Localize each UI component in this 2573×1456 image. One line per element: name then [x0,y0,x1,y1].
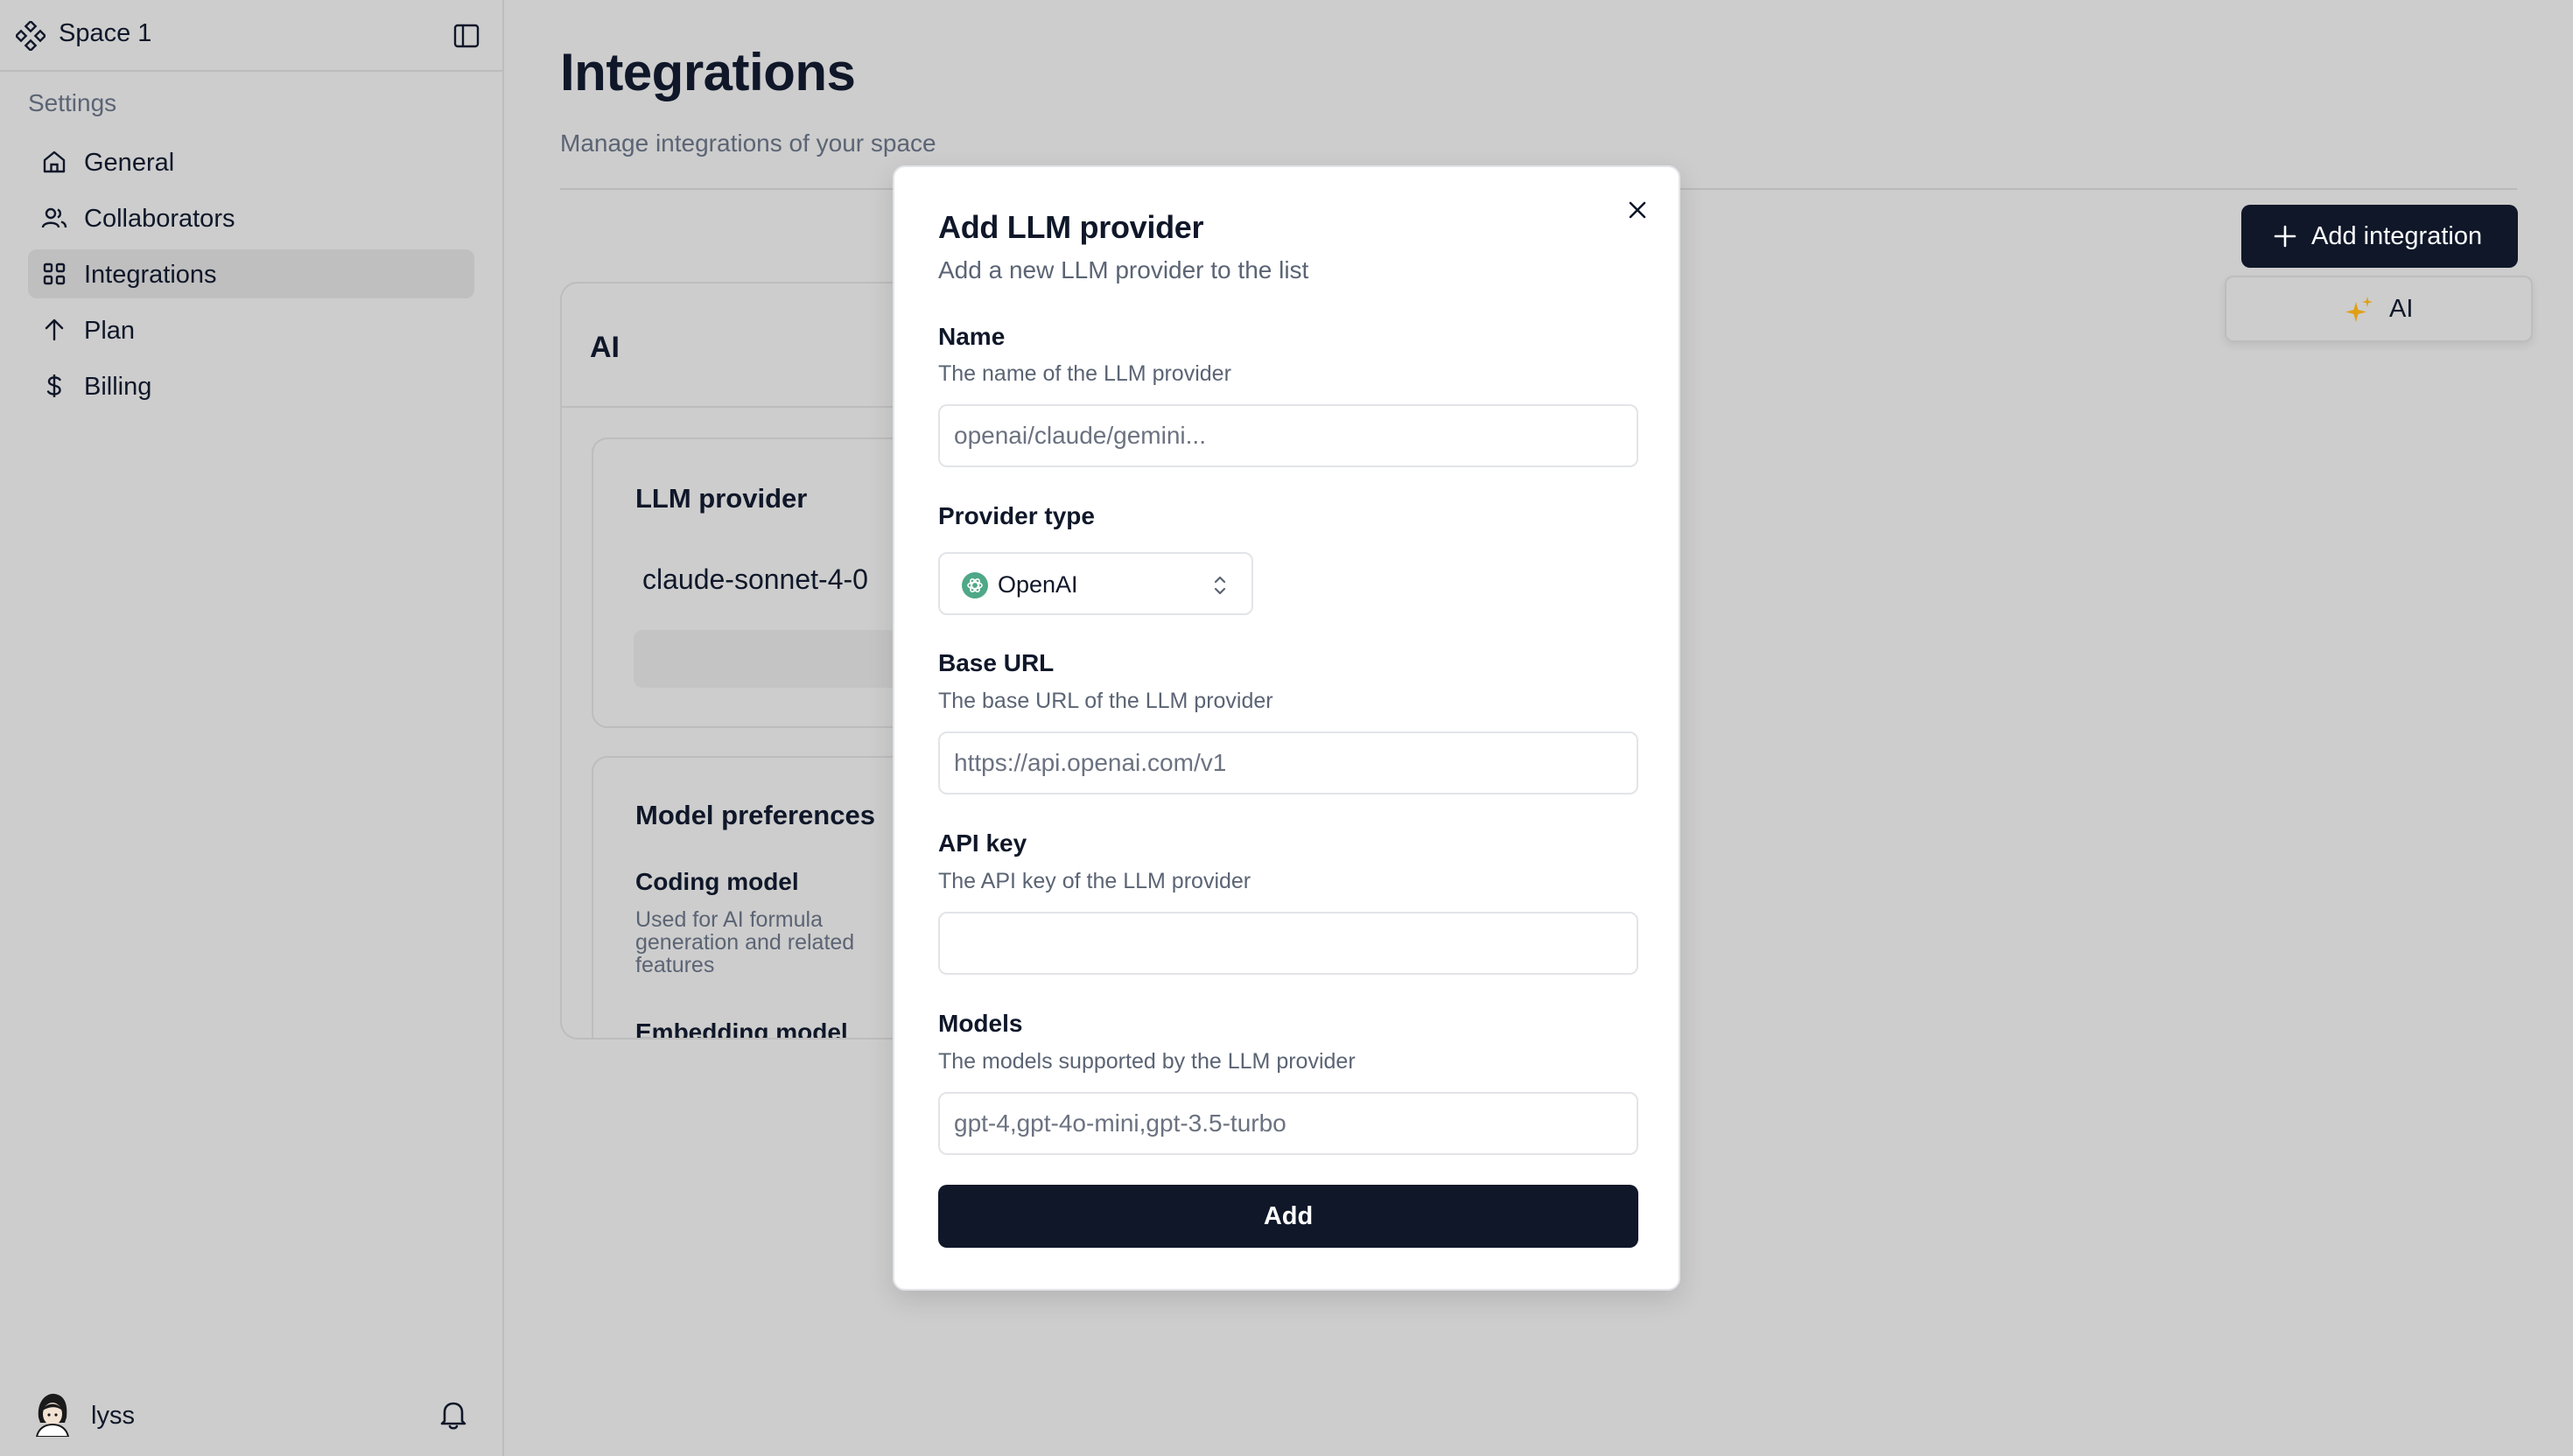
provider-type-select[interactable]: OpenAI [938,552,1253,615]
space-logo-icon [16,21,46,51]
sparkles-icon [2345,297,2373,322]
add-integration-label: Add integration [2311,222,2483,250]
provider-type-label: Provider type [938,502,1095,529]
sidebar-item-label: General [84,149,175,177]
sidebar-item-label: Collaborators [84,205,235,233]
api-key-description: The API key of the LLM provider [938,869,1251,893]
integration-menu-item-ai[interactable]: AI [2225,276,2533,342]
base-url-description: The base URL of the LLM provider [938,689,1273,713]
dollar-icon [46,374,61,397]
models-description: The models supported by the LLM provider [938,1049,1356,1074]
space-header[interactable]: Space 1 [0,0,502,72]
page-subtitle: Manage integrations of your space [560,130,936,157]
api-key-label: API key [938,830,1027,857]
ai-card-title: AI [590,331,620,364]
api-key-input[interactable] [938,912,1638,975]
page-title: Integrations [560,43,856,102]
sidebar-item-billing[interactable]: Billing [28,361,474,410]
model-preferences-title: Model preferences [635,800,875,830]
user-name: lyss [91,1402,135,1430]
space-name: Space 1 [59,19,152,47]
sidebar-item-general[interactable]: General [28,137,474,186]
name-input[interactable] [938,404,1638,467]
arrow-up-icon [45,318,64,341]
sidebar-item-label: Plan [84,317,136,345]
sidebar-item-label: Integrations [84,261,217,289]
base-url-input[interactable] [938,732,1638,794]
base-url-label: Base URL [938,649,1055,676]
add-integration-button[interactable]: Add integration [2241,205,2518,268]
llm-provider-model: claude-sonnet-4-0 [642,564,868,595]
models-label: Models [938,1010,1023,1037]
models-input[interactable] [938,1092,1638,1155]
sidebar-item-collaborators[interactable]: Collaborators [28,193,474,242]
plus-icon [2274,225,2296,248]
llm-provider-title: LLM provider [635,483,808,514]
bell-icon[interactable] [438,1398,469,1432]
chevron-up-down-icon [1214,576,1226,595]
menu-item-label: AI [2389,295,2414,323]
users-icon [41,207,67,228]
add-button[interactable]: Add [938,1185,1638,1248]
coding-model-description: Used for AI formula generation and relat… [635,907,855,977]
close-icon[interactable] [1624,197,1651,223]
name-description: The name of the LLM provider [938,361,1231,386]
sidebar-item-plan[interactable]: Plan [28,305,474,354]
grid-icon [43,262,66,285]
provider-type-value: OpenAI [998,571,1078,598]
coding-model-label: Coding model [635,868,799,895]
sidebar-toggle-icon[interactable] [453,23,480,49]
dialog-title: Add LLM provider [938,209,1204,245]
home-icon [43,150,66,173]
sidebar: Space 1 Settings General Collaborators I… [0,0,504,1456]
avatar[interactable] [33,1391,72,1437]
settings-section-label: Settings [28,89,117,116]
embedding-model-label: Embedding model [635,1018,848,1040]
sidebar-item-label: Billing [84,373,152,401]
name-label: Name [938,323,1006,350]
dialog-subtitle: Add a new LLM provider to the list [938,256,1309,284]
user-profile[interactable]: lyss [33,1391,480,1440]
openai-logo-icon [962,572,988,598]
sidebar-item-integrations[interactable]: Integrations [28,249,474,298]
add-llm-provider-dialog: Add LLM provider Add a new LLM provider … [893,165,1680,1291]
